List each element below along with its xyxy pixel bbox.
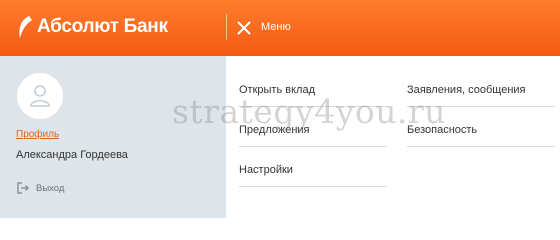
menu-item-label: Настройки xyxy=(239,164,293,176)
close-icon[interactable] xyxy=(234,18,254,38)
logo-mark-icon xyxy=(19,16,32,38)
avatar[interactable] xyxy=(17,73,63,119)
logout-label: Выход xyxy=(36,182,65,194)
profile-link[interactable]: Профиль xyxy=(16,129,59,140)
user-name: Александра Гордеева xyxy=(16,149,128,161)
header-divider xyxy=(226,14,227,40)
logout-icon xyxy=(17,182,29,194)
user-icon xyxy=(30,85,50,107)
bank-logo[interactable]: Абсолют Банк xyxy=(16,14,168,40)
top-header: Абсолют Банк Меню xyxy=(0,0,560,56)
logout-button[interactable]: Выход xyxy=(16,181,64,195)
watermark: strategy4you.ru xyxy=(172,92,446,131)
menu-item-settings[interactable]: Настройки xyxy=(239,164,387,187)
menu-label[interactable]: Меню xyxy=(261,21,291,33)
logo-text: Абсолют Банк xyxy=(37,16,168,37)
profile-sidebar: Профиль Александра Гордеева Выход xyxy=(0,56,226,218)
